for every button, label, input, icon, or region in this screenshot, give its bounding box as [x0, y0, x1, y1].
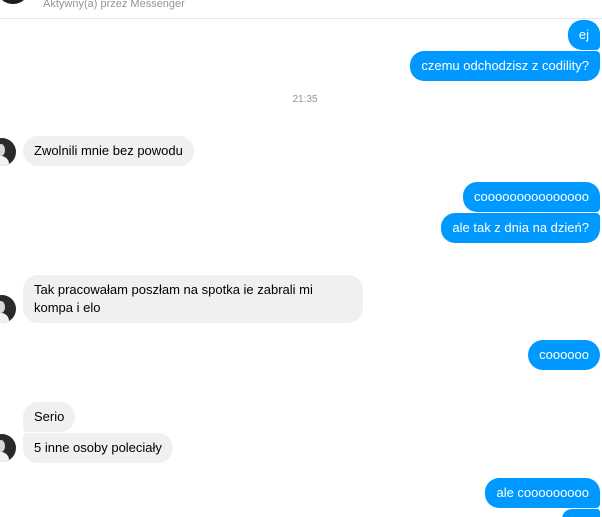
- contact-avatar[interactable]: [0, 0, 30, 4]
- chat-window: Aktywny(a) przez Messenger ej czemu odch…: [0, 0, 602, 517]
- active-status: Aktywny(a) przez Messenger: [43, 0, 185, 10]
- avatar-body: [0, 452, 9, 462]
- avatar-body: [0, 156, 9, 166]
- avatar-face: [0, 301, 5, 313]
- outgoing-message[interactable]: cooooooooooooooo: [463, 182, 600, 212]
- outgoing-message[interactable]: ale cooooooooo: [485, 478, 600, 508]
- contact-avatar[interactable]: [0, 295, 16, 323]
- outgoing-message[interactable]: czemu odchodzisz z codility?: [410, 51, 600, 81]
- contact-avatar[interactable]: [0, 138, 16, 166]
- outgoing-message-partial[interactable]: [562, 509, 600, 517]
- contact-avatar[interactable]: [0, 434, 16, 462]
- outgoing-message[interactable]: ej: [567, 20, 600, 50]
- incoming-message[interactable]: 5 inne osoby poleciały: [23, 433, 173, 463]
- conversation-header: Aktywny(a) przez Messenger: [0, 0, 602, 19]
- message-timestamp: 21:35: [292, 94, 318, 105]
- avatar-face: [0, 144, 5, 156]
- incoming-message[interactable]: Zwolnili mnie bez powodu: [23, 136, 194, 166]
- avatar-face: [0, 440, 5, 452]
- incoming-message[interactable]: Tak pracowałam poszłam na spotka ie zabr…: [23, 275, 363, 323]
- incoming-message[interactable]: Serio: [23, 402, 76, 432]
- avatar-body: [0, 313, 9, 323]
- outgoing-message[interactable]: coooooo: [528, 340, 600, 370]
- outgoing-message[interactable]: ale tak z dnia na dzień?: [441, 213, 600, 243]
